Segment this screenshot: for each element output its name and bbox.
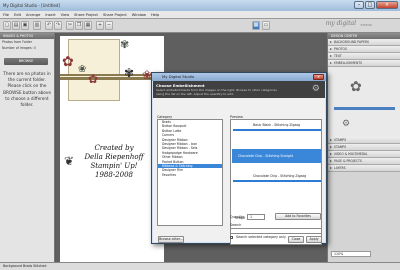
section-page-projects[interactable]: PAGE & PROJECTS	[328, 158, 400, 165]
category-list[interactable]: Brads Button Bouquet Button Latte Corner…	[157, 119, 223, 226]
save-icon[interactable]: ▣	[21, 21, 29, 30]
menu-bar: File Edit Arrange Insert View Share Proj…	[0, 11, 400, 19]
menu-help[interactable]: Help	[151, 13, 159, 17]
flower-icon[interactable]: ✾	[120, 38, 129, 51]
grid-view-icon[interactable]: ▦	[252, 21, 260, 30]
dialog-header: Choose Embellishment Select embellishmen…	[153, 81, 325, 98]
close-button[interactable]: Close	[288, 236, 304, 243]
signature-line-1: Created by	[94, 144, 134, 152]
dialog-title-bar: My Digital Studio ×	[152, 73, 326, 81]
browse-other-button[interactable]: Browse other...	[158, 236, 184, 243]
preview-item[interactable]: Basic Black - Stitching Zigzag	[253, 123, 300, 127]
signature-block[interactable]: Created by Della Riepenhoff Stampin' Up!…	[74, 144, 154, 180]
status-bar: Background Brads Stitched	[0, 262, 400, 270]
preview-item[interactable]: Chocolate Chip - Stitching Zigzag	[253, 174, 306, 178]
image-count: Number of Images: 0	[2, 46, 36, 50]
menu-share-project-2[interactable]: Share Project	[103, 13, 127, 17]
flower-icon[interactable]: ✿	[62, 54, 74, 70]
minimize-button[interactable]: –	[354, 1, 364, 9]
menu-share-project[interactable]: Share Project	[74, 13, 98, 17]
section-video-multimedia[interactable]: VIDEO & MULTIMEDIA	[328, 151, 400, 158]
menu-view[interactable]: View	[61, 13, 70, 17]
section-stamps[interactable]: STAMPS	[328, 137, 400, 144]
undo-icon[interactable]: ↶	[45, 21, 53, 30]
maximize-button[interactable]: □	[365, 1, 375, 9]
copy-icon[interactable]: ❐	[75, 21, 83, 30]
cut-icon[interactable]: ✂	[66, 21, 74, 30]
slider-track[interactable]	[334, 107, 395, 110]
signature-line-3: Stampin' Up!	[90, 162, 138, 170]
left-panel: IMAGES & PHOTOS Photos from Folder Numbe…	[0, 33, 55, 263]
window-title: My Digital Studio - [Untitled]	[3, 3, 61, 8]
menu-insert[interactable]: Insert	[45, 13, 55, 17]
photo-mat[interactable]	[68, 39, 120, 101]
category-item[interactable]: Favorites	[158, 173, 222, 177]
quantity-label: Quantity:	[230, 215, 246, 219]
section-text[interactable]: TEXT	[328, 53, 400, 60]
preview-pane[interactable]: Basic Black - Stitching Zigzag Chocolate…	[230, 119, 322, 245]
search-label: Search	[230, 223, 242, 227]
gear-icon: ⚙	[311, 84, 320, 94]
section-layers[interactable]: LAYERS	[328, 165, 400, 172]
section-background-papers[interactable]: BACKGROUND PAPERS	[328, 39, 400, 46]
redo-icon[interactable]: ↷	[54, 21, 62, 30]
section-photos[interactable]: PHOTOS	[328, 46, 400, 53]
signature-line-2: Della Riepenhoff	[84, 153, 144, 161]
dialog-close-icon[interactable]: ×	[313, 74, 324, 80]
signature-line-4: 1988-2008	[95, 171, 133, 179]
section-stamps-2[interactable]: STAMPS	[328, 144, 400, 151]
preview-item-selected[interactable]: Chocolate Chip - Stitching Straight	[232, 149, 321, 163]
dialog-header-description: Select embellishments from the images on…	[156, 88, 277, 96]
zoom-in-icon[interactable]: +	[96, 21, 104, 30]
quantity-field[interactable]: 1	[247, 214, 265, 220]
zoom-out-icon[interactable]: −	[105, 21, 113, 30]
apply-button[interactable]: Apply	[306, 236, 322, 243]
page-view-icon[interactable]: ▭	[262, 21, 270, 30]
add-to-favorites-button[interactable]: Add to Favorites	[275, 213, 321, 220]
close-window-button[interactable]: ×	[376, 1, 398, 9]
embellishment-thumbs: ✿ ⚙	[328, 67, 400, 137]
toolbar: ▢ ▤ ▣ ▥ ↶ ↷ ✂ ❐ ▦ + − ▦ ▭ my digital STU…	[0, 19, 400, 33]
search-input[interactable]	[230, 228, 322, 234]
flower-icon[interactable]: ✿	[88, 72, 98, 86]
menu-arrange[interactable]: Arrange	[26, 13, 40, 17]
brand-logo: my digital	[325, 20, 356, 27]
menu-file[interactable]: File	[3, 13, 9, 17]
dialog-title: My Digital Studio	[162, 74, 195, 79]
menu-edit[interactable]: Edit	[14, 13, 21, 17]
gear-icon[interactable]: ⚙	[342, 119, 350, 129]
open-icon[interactable]: ▤	[12, 21, 20, 30]
choose-embellishment-dialog: My Digital Studio × Choose Embellishment…	[151, 72, 327, 245]
right-panel: DESIGN CENTER BACKGROUND PAPERS PHOTOS T…	[327, 33, 400, 263]
flower-icon[interactable]: ❀	[78, 64, 86, 75]
paste-icon[interactable]: ▦	[84, 21, 92, 30]
zoom-field[interactable]: 110%	[331, 251, 371, 257]
stitch-line-preview	[233, 180, 321, 182]
stitch-line-preview	[233, 129, 321, 131]
empty-folder-message: There are no photos in the current folde…	[3, 71, 51, 108]
browse-button[interactable]: BROWSE	[4, 58, 48, 65]
flower-icon[interactable]: ✾	[124, 66, 134, 80]
category-only-checkbox[interactable]	[230, 236, 233, 239]
new-icon[interactable]: ▢	[3, 21, 11, 30]
menu-window[interactable]: Window	[132, 13, 146, 17]
project-page[interactable]: ✿ ❀ ✿ ✾ ❀ ✾ Created by Della Riepenhoff …	[60, 36, 164, 263]
print-icon[interactable]: ▥	[33, 21, 41, 30]
flower-embellishment-icon[interactable]: ✿	[350, 79, 362, 95]
dialog-body: Choose Embellishment Select embellishmen…	[153, 81, 325, 245]
brand-studio: STUDIO	[360, 23, 373, 27]
section-embellishments[interactable]: EMBELLISHMENTS	[328, 60, 400, 67]
title-bar: My Digital Studio - [Untitled] – □ ×	[0, 0, 400, 11]
checkbox-label: Search selected category only	[236, 235, 286, 239]
flourish-icon: ❦	[64, 154, 75, 168]
